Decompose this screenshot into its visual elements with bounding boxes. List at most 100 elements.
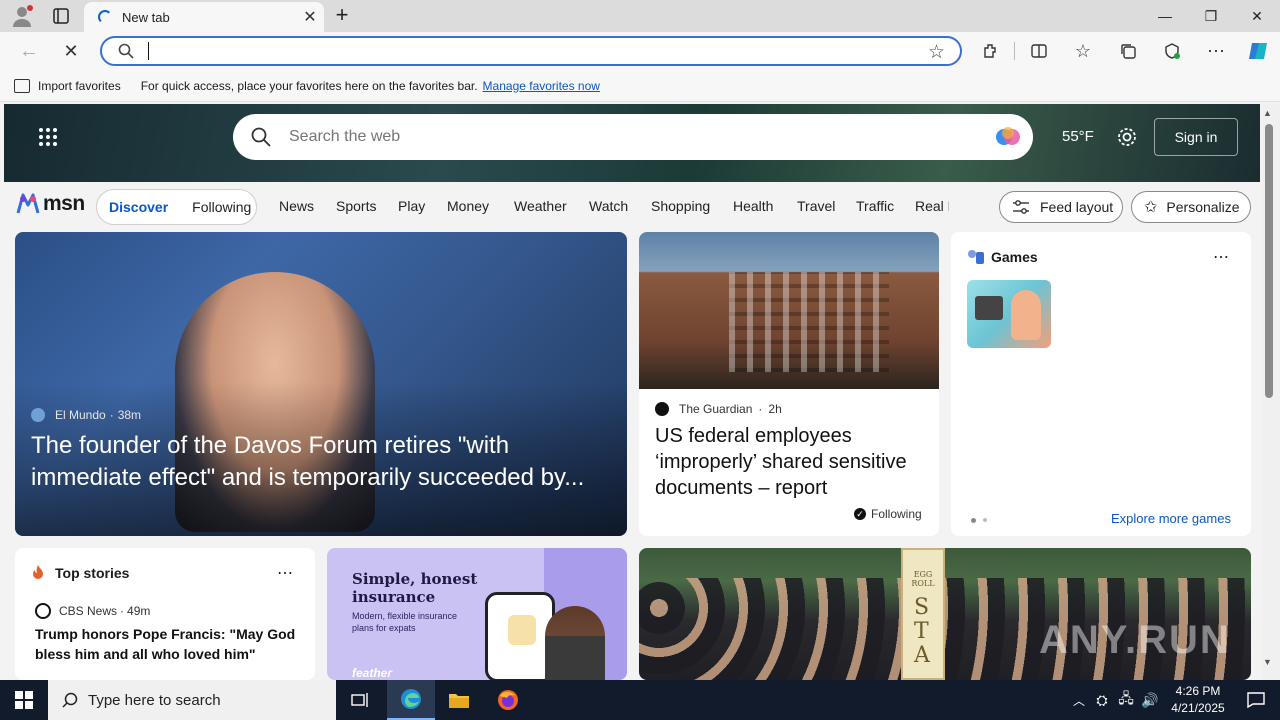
address-input[interactable] — [148, 42, 150, 60]
sign-in-button[interactable]: Sign in — [1154, 118, 1238, 156]
feed-layout-button[interactable]: Feed layout — [999, 191, 1123, 223]
web-search-input[interactable]: Search the web — [289, 128, 993, 146]
copilot-search-icon[interactable] — [993, 122, 1023, 152]
settings-gear-icon[interactable] — [1116, 126, 1138, 148]
hero-headline[interactable]: The founder of the Davos Forum retires "… — [31, 430, 611, 494]
guardian-source-row: The Guardian · 2h — [655, 402, 782, 416]
top-stories-card: Top stories ⋯ CBS News · 49m Trump honor… — [15, 548, 315, 680]
nav-news[interactable]: News — [279, 198, 314, 214]
profile-icon[interactable] — [10, 4, 34, 28]
game-thumbnail[interactable] — [967, 280, 1051, 348]
task-view-button[interactable] — [336, 680, 384, 720]
hero-story-card[interactable]: El Mundo · 38m The founder of the Davos … — [15, 232, 627, 536]
search-icon — [251, 127, 271, 147]
taskbar-search-box[interactable]: Type here to search — [48, 680, 336, 720]
taskbar-search-placeholder: Type here to search — [88, 691, 221, 709]
collections-icon[interactable] — [1113, 36, 1143, 66]
restore-button[interactable]: ❐ — [1188, 0, 1234, 32]
stop-loading-button[interactable]: ✕ — [56, 36, 86, 66]
personalize-button[interactable]: ✩ Personalize — [1131, 191, 1251, 223]
scroll-up-arrow[interactable]: ▲ — [1263, 108, 1272, 118]
photo-story-card[interactable]: EGG ROLL STA ANY.RUN — [639, 548, 1251, 680]
nav-money[interactable]: Money — [447, 198, 489, 214]
file-explorer-icon[interactable] — [435, 680, 483, 720]
nav-travel[interactable]: Travel — [797, 198, 835, 214]
nav-health[interactable]: Health — [733, 198, 773, 214]
weather-temperature[interactable]: 55°F — [1062, 128, 1094, 145]
carousel-dot[interactable] — [983, 518, 987, 522]
copilot-icon[interactable] — [1243, 36, 1273, 66]
network-icon[interactable]: 🖧 — [1114, 688, 1138, 712]
nav-play[interactable]: Play — [398, 198, 425, 214]
hero-source-row: El Mundo · 38m — [31, 408, 141, 422]
top-stories-more-icon[interactable]: ⋯ — [277, 563, 293, 583]
favorite-star-icon[interactable]: ☆ — [928, 41, 945, 64]
guardian-headline[interactable]: US federal employees ‘improperly’ shared… — [655, 423, 927, 501]
browser-essentials-icon[interactable] — [1157, 36, 1187, 66]
settings-more-icon[interactable]: ⋯ — [1201, 36, 1231, 66]
new-tab-button[interactable]: + — [330, 4, 354, 28]
meta-dot: · — [120, 604, 125, 618]
ad-brand: feather — [352, 666, 393, 680]
guardian-logo-icon — [655, 402, 669, 416]
sparkle-icon: ✩ — [1144, 199, 1158, 216]
story-card-guardian[interactable]: The Guardian · 2h US federal employees ‘… — [639, 232, 939, 536]
apps-launcher-icon[interactable] — [38, 127, 58, 147]
msn-logo[interactable]: msn — [16, 192, 85, 216]
tab-new-tab[interactable]: New tab ✕ — [84, 2, 324, 32]
tab-discover[interactable]: Discover — [109, 199, 168, 215]
back-button[interactable]: ← — [14, 36, 44, 66]
firefox-icon[interactable] — [484, 680, 532, 720]
tab-actions-icon[interactable] — [52, 7, 70, 25]
start-button[interactable] — [0, 680, 48, 720]
system-tray: ︿ ⛭ 🖧 🔊 — [1068, 680, 1162, 720]
search-icon — [62, 692, 78, 708]
address-bar[interactable]: ☆ — [100, 36, 962, 66]
cbs-source-name: CBS News — [59, 604, 118, 618]
flame-icon — [31, 564, 45, 583]
top-stories-title: Top stories — [55, 565, 130, 581]
manage-favorites-link[interactable]: Manage favorites now — [483, 79, 600, 93]
close-tab-icon[interactable]: ✕ — [296, 7, 324, 27]
carousel-dots[interactable] — [971, 518, 987, 523]
edge-taskbar-icon[interactable] — [387, 680, 435, 720]
clock-time: 4:26 PM — [1175, 684, 1221, 698]
extensions-icon[interactable] — [976, 36, 1006, 66]
personalize-label: Personalize — [1166, 199, 1240, 215]
minimize-button[interactable]: — — [1142, 0, 1188, 32]
import-favorites-button[interactable]: Import favorites — [38, 79, 121, 93]
split-screen-icon[interactable] — [1024, 36, 1054, 66]
nav-weather[interactable]: Weather — [514, 198, 567, 214]
clock[interactable]: 4:26 PM 4/21/2025 — [1160, 683, 1236, 717]
hero-source-name: El Mundo — [55, 408, 106, 422]
games-icon — [967, 249, 985, 268]
games-more-icon[interactable]: ⋯ — [1213, 247, 1229, 267]
guardian-story-age: 2h — [768, 402, 782, 416]
nav-sports[interactable]: Sports — [336, 198, 376, 214]
ad-subtext: Modern, flexible insurance plans for exp… — [352, 611, 458, 633]
import-favorites-icon — [14, 78, 30, 93]
nav-real-estate[interactable]: Real E — [915, 198, 949, 214]
globe-icon — [31, 408, 45, 422]
volume-icon[interactable]: 🔊 — [1138, 692, 1162, 709]
ad-person — [545, 606, 605, 680]
scroll-down-arrow[interactable]: ▼ — [1263, 657, 1272, 667]
nav-watch[interactable]: Watch — [589, 198, 628, 214]
show-hidden-icons-icon[interactable]: ︿ — [1068, 692, 1090, 709]
tab-following[interactable]: Following — [192, 199, 251, 215]
nav-shopping[interactable]: Shopping — [651, 198, 710, 214]
nav-traffic[interactable]: Traffic — [856, 198, 894, 214]
ad-card-insurance[interactable]: Simple, honest insurance Modern, flexibl… — [327, 548, 627, 680]
web-search-box[interactable]: Search the web — [233, 114, 1033, 160]
egg-roll-sign: EGG ROLL STA — [901, 548, 945, 680]
close-window-button[interactable]: ✕ — [1234, 0, 1280, 32]
clock-date: 4/21/2025 — [1171, 701, 1225, 715]
notifications-icon[interactable] — [1232, 680, 1280, 720]
scrollbar-thumb[interactable] — [1265, 124, 1273, 398]
device-icon[interactable]: ⛭ — [1090, 692, 1114, 709]
favorites-icon[interactable]: ☆ — [1068, 36, 1098, 66]
carousel-dot-active[interactable] — [971, 518, 976, 523]
ad-headline: Simple, honest insurance — [352, 570, 478, 606]
top-story-headline[interactable]: Trump honors Pope Francis: "May God bles… — [35, 624, 297, 664]
explore-more-games-link[interactable]: Explore more games — [1111, 511, 1231, 526]
